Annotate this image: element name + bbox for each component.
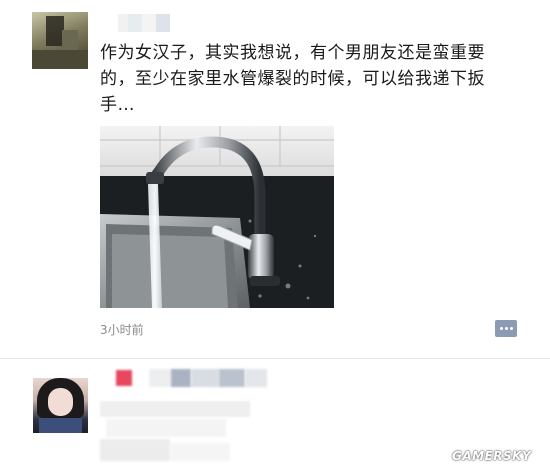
avatar[interactable]: [32, 12, 88, 69]
timestamp: 3小时前: [100, 323, 144, 337]
faucet-photo-illustration: [100, 126, 334, 308]
watermark: GAMERSKY: [452, 449, 532, 463]
post-photo-faucet[interactable]: [100, 126, 334, 308]
comment-button[interactable]: [495, 320, 517, 337]
feed-post: 作为女汉子，其实我想说，有个男朋友还是蛮重要的，至少在家里水管爆裂的时候，可以给…: [0, 0, 550, 358]
username-blurred[interactable]: [118, 14, 170, 32]
post-text: 作为女汉子，其实我想说，有个男朋友还是蛮重要的，至少在家里水管爆裂的时候，可以给…: [100, 43, 485, 115]
